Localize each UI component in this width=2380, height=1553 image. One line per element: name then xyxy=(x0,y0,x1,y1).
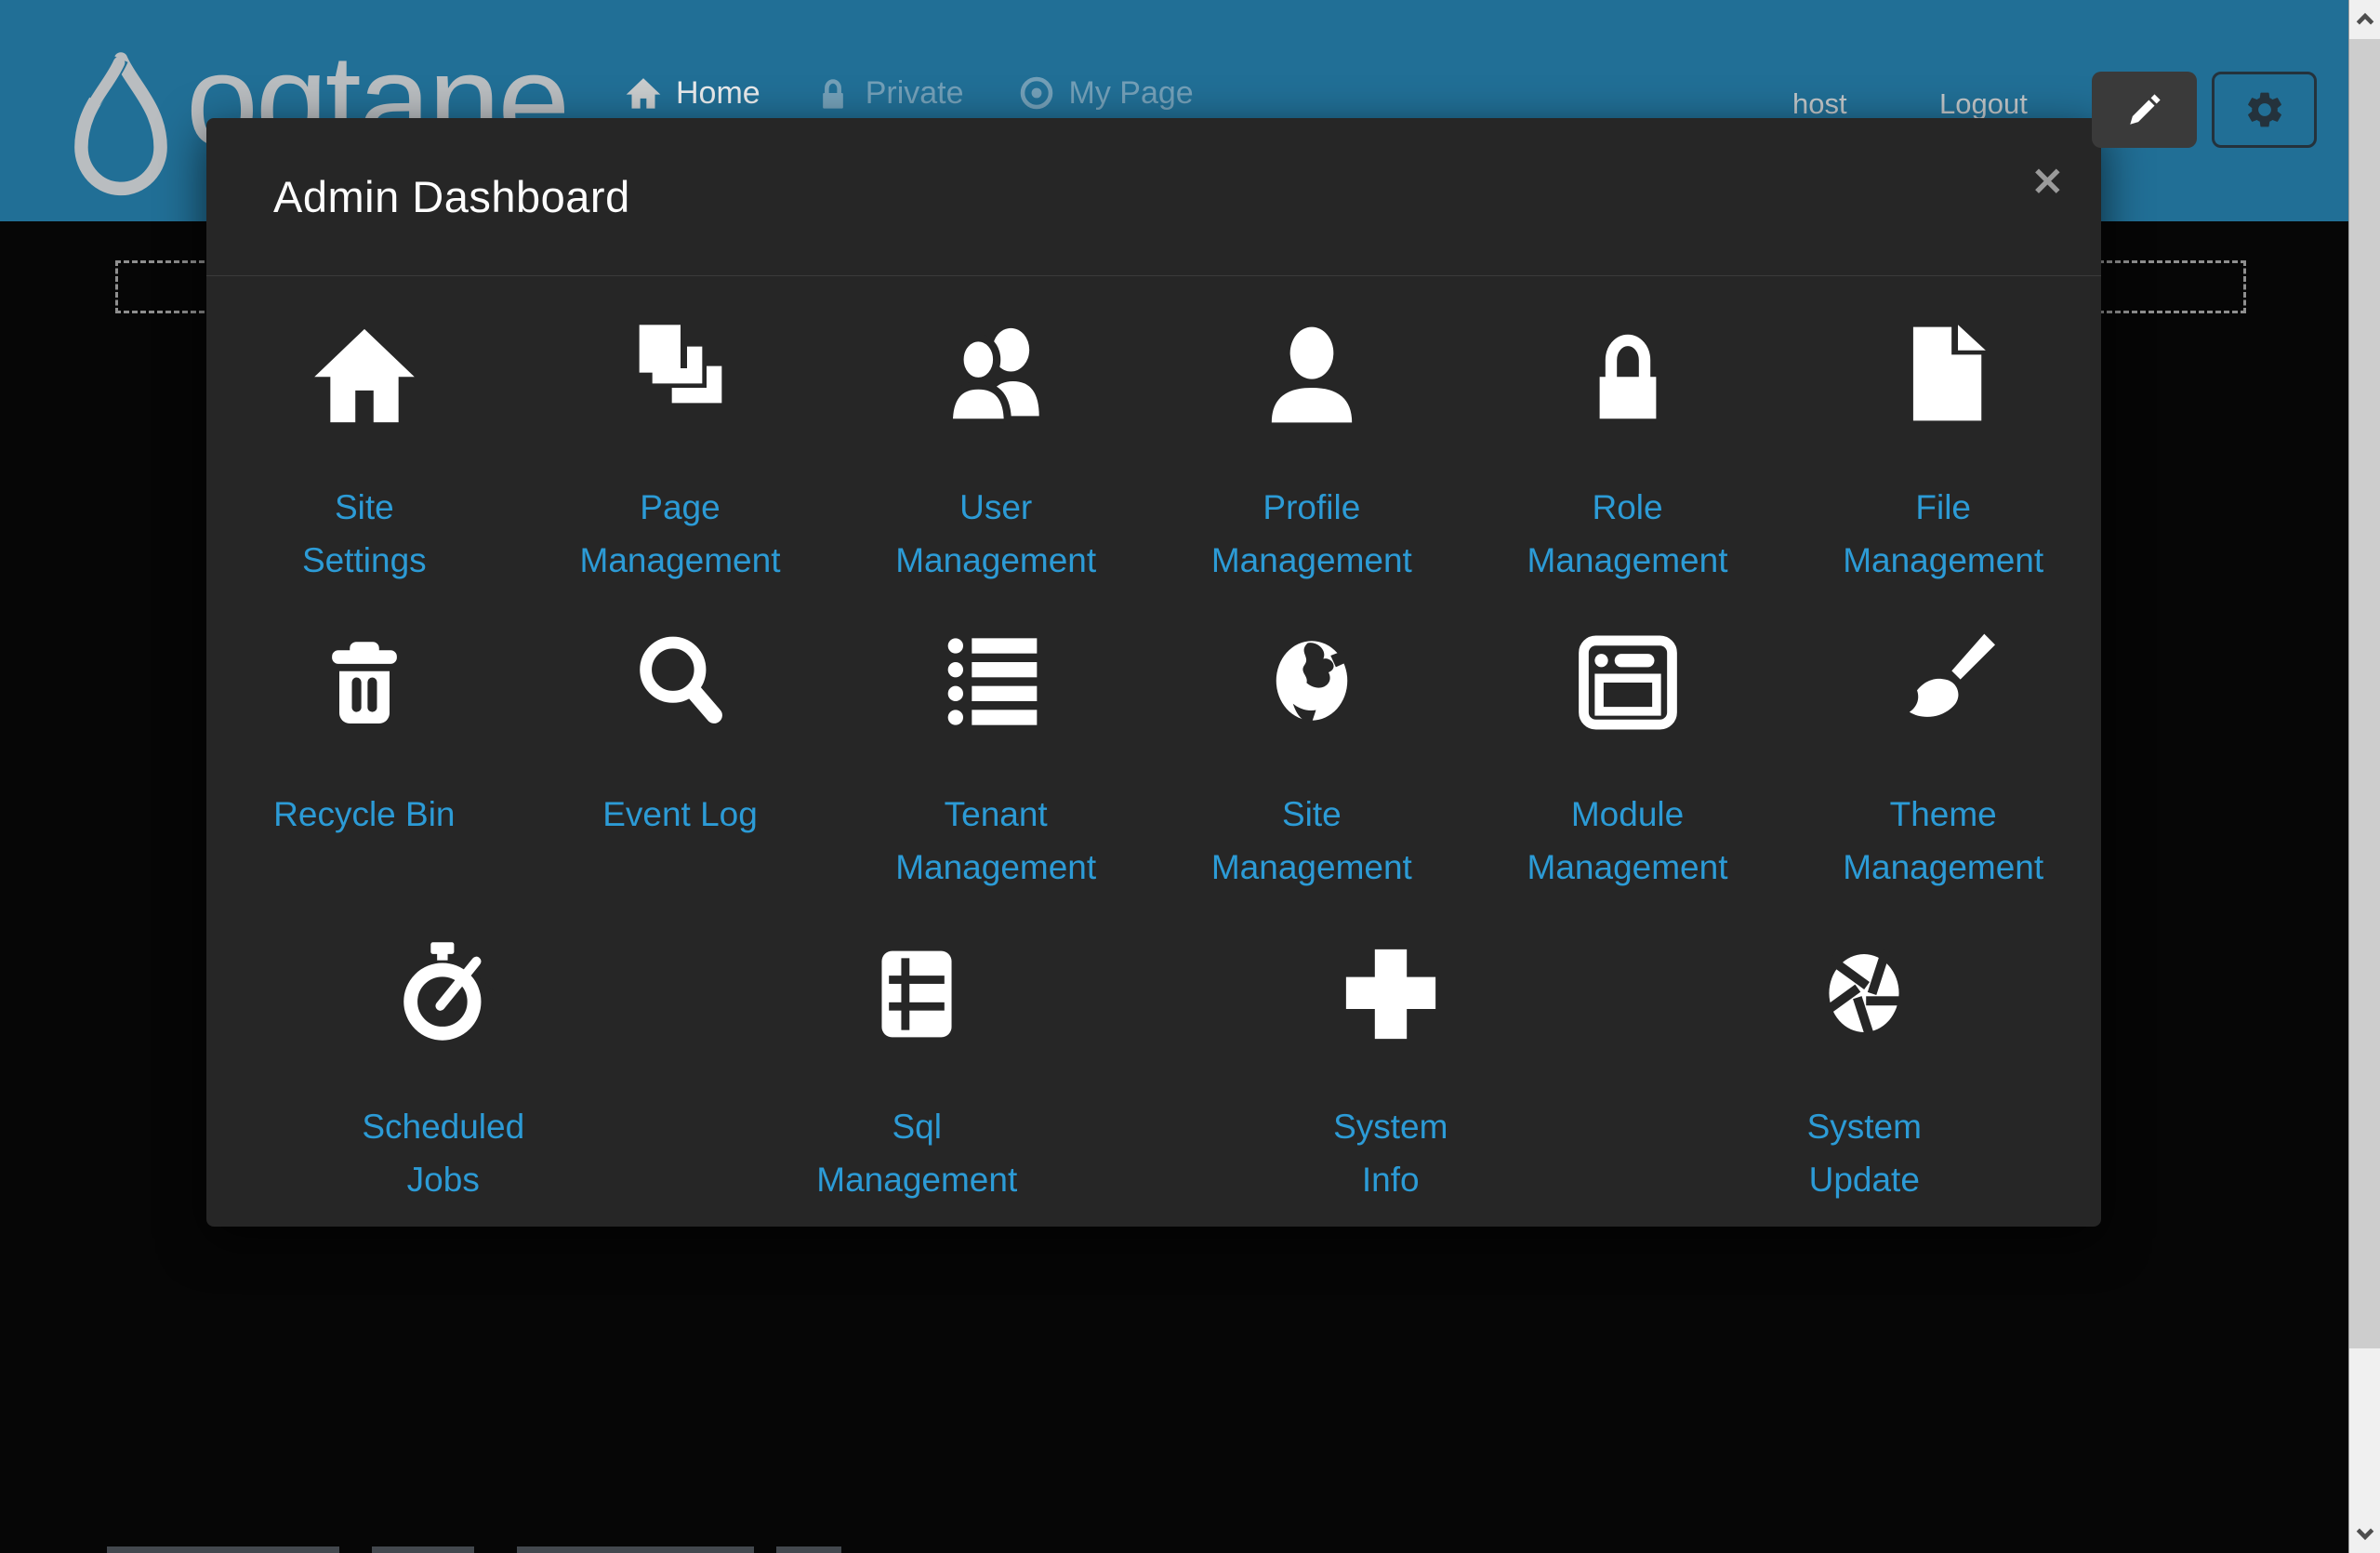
gear-icon xyxy=(2243,88,2286,131)
tile-label: File xyxy=(1915,481,1971,534)
tile-label: Role xyxy=(1592,481,1662,534)
tile-site-settings[interactable]: Site Settings xyxy=(206,317,522,587)
edit-pencil-icon xyxy=(2125,90,2164,129)
tile-label: Management xyxy=(580,534,781,587)
nav-item-private[interactable]: Private xyxy=(814,74,964,112)
tile-label: Management xyxy=(1527,841,1728,894)
cross-icon xyxy=(1340,942,1442,1046)
home-icon xyxy=(310,325,419,427)
admin-tiles-grid: Site Settings Page Management xyxy=(206,276,2101,1227)
tile-label: Management xyxy=(895,841,1096,894)
tile-profile-management[interactable]: Profile Management xyxy=(1154,317,1470,587)
user-menu[interactable]: host xyxy=(1792,87,1847,121)
tile-label: Scheduled xyxy=(362,1100,524,1153)
tile-tenant-management[interactable]: Tenant Management xyxy=(838,624,1154,894)
tile-sql-management[interactable]: Sql Management xyxy=(681,936,1155,1206)
tile-label: Recycle Bin xyxy=(273,788,455,841)
lock-icon xyxy=(814,74,852,112)
modal-header: Admin Dashboard ✕ xyxy=(206,118,2101,276)
scrollbar-thumb[interactable] xyxy=(2349,39,2380,1348)
tile-role-management[interactable]: Role Management xyxy=(1470,317,1786,587)
edit-mode-button[interactable] xyxy=(2092,72,2197,148)
person-icon xyxy=(1260,323,1364,427)
tile-label: Sql xyxy=(892,1100,942,1153)
nav-label-private: Private xyxy=(866,75,964,112)
search-icon xyxy=(628,630,733,734)
nav-item-home[interactable]: Home xyxy=(625,74,760,112)
table-icon xyxy=(867,942,966,1046)
aperture-icon xyxy=(1815,940,1913,1046)
close-icon[interactable]: ✕ xyxy=(2031,163,2064,202)
padlock-icon xyxy=(1578,323,1678,427)
chevron-down-icon xyxy=(2353,1524,2377,1543)
tile-label: Page xyxy=(640,481,720,534)
tile-label: Site xyxy=(335,481,394,534)
file-icon xyxy=(1892,321,1994,427)
stopwatch-icon xyxy=(392,940,495,1046)
vertical-scrollbar xyxy=(2348,0,2380,1553)
scroll-up-button[interactable] xyxy=(2349,0,2380,39)
admin-dashboard-modal: Admin Dashboard ✕ Site Settings Page Man… xyxy=(206,118,2101,1227)
trash-icon xyxy=(314,630,415,734)
users-icon xyxy=(939,323,1052,427)
list-icon xyxy=(942,630,1050,734)
tile-system-update[interactable]: System Update xyxy=(1628,936,2102,1206)
nav-label-my-page: My Page xyxy=(1069,75,1194,112)
tile-label: Management xyxy=(816,1153,1017,1206)
tile-label: Management xyxy=(1843,534,2043,587)
tile-event-log[interactable]: Event Log xyxy=(522,624,839,894)
tile-theme-management[interactable]: Theme Management xyxy=(1785,624,2101,894)
tile-label: Management xyxy=(1211,841,1412,894)
tile-label: Management xyxy=(1843,841,2043,894)
tile-label: Jobs xyxy=(407,1153,480,1206)
clipped-content-below-fold xyxy=(0,1546,2348,1553)
tile-label: Event Log xyxy=(602,788,758,841)
settings-button[interactable] xyxy=(2212,72,2317,148)
tile-label: Module xyxy=(1571,788,1684,841)
tile-page-management[interactable]: Page Management xyxy=(522,317,839,587)
tile-system-info[interactable]: System Info xyxy=(1154,936,1628,1206)
tiles-row-3: Scheduled Jobs Sql Management System Inf… xyxy=(206,936,2101,1206)
target-icon xyxy=(1018,74,1055,112)
tile-label: Tenant xyxy=(945,788,1048,841)
tile-scheduled-jobs[interactable]: Scheduled Jobs xyxy=(206,936,681,1206)
water-drop-icon xyxy=(65,46,177,212)
globe-icon xyxy=(1262,628,1362,734)
brush-icon xyxy=(1890,630,1996,734)
tile-label: Management xyxy=(1211,534,1412,587)
tile-label: System xyxy=(1807,1100,1922,1153)
nav-label-home: Home xyxy=(676,75,760,112)
tile-label: Settings xyxy=(302,534,427,587)
tile-module-management[interactable]: Module Management xyxy=(1470,624,1786,894)
tile-label: Info xyxy=(1362,1153,1420,1206)
tile-label: Theme xyxy=(1890,788,1997,841)
chevron-up-icon xyxy=(2353,10,2377,29)
tile-user-management[interactable]: User Management xyxy=(838,317,1154,587)
tile-label: Update xyxy=(1809,1153,1920,1206)
scroll-down-button[interactable] xyxy=(2349,1514,2380,1553)
tile-label: Site xyxy=(1282,788,1342,841)
modal-title: Admin Dashboard xyxy=(273,171,630,222)
tile-site-management[interactable]: Site Management xyxy=(1154,624,1470,894)
tiles-row-1: Site Settings Page Management xyxy=(206,317,2101,587)
pages-icon xyxy=(628,323,733,427)
window-icon xyxy=(1575,631,1681,734)
tile-label: System xyxy=(1333,1100,1448,1153)
home-icon xyxy=(625,74,662,112)
tile-label: Profile xyxy=(1263,481,1360,534)
tile-label: Management xyxy=(1527,534,1728,587)
main-nav: Home Private My Page xyxy=(625,74,1194,112)
nav-item-my-page[interactable]: My Page xyxy=(1018,74,1194,112)
tiles-row-2: Recycle Bin Event Log Tenant Management xyxy=(206,624,2101,894)
tile-recycle-bin[interactable]: Recycle Bin xyxy=(206,624,522,894)
tile-label: Management xyxy=(895,534,1096,587)
tile-label: User xyxy=(959,481,1032,534)
tile-file-management[interactable]: File Management xyxy=(1785,317,2101,587)
logout-link[interactable]: Logout xyxy=(1939,87,2028,121)
